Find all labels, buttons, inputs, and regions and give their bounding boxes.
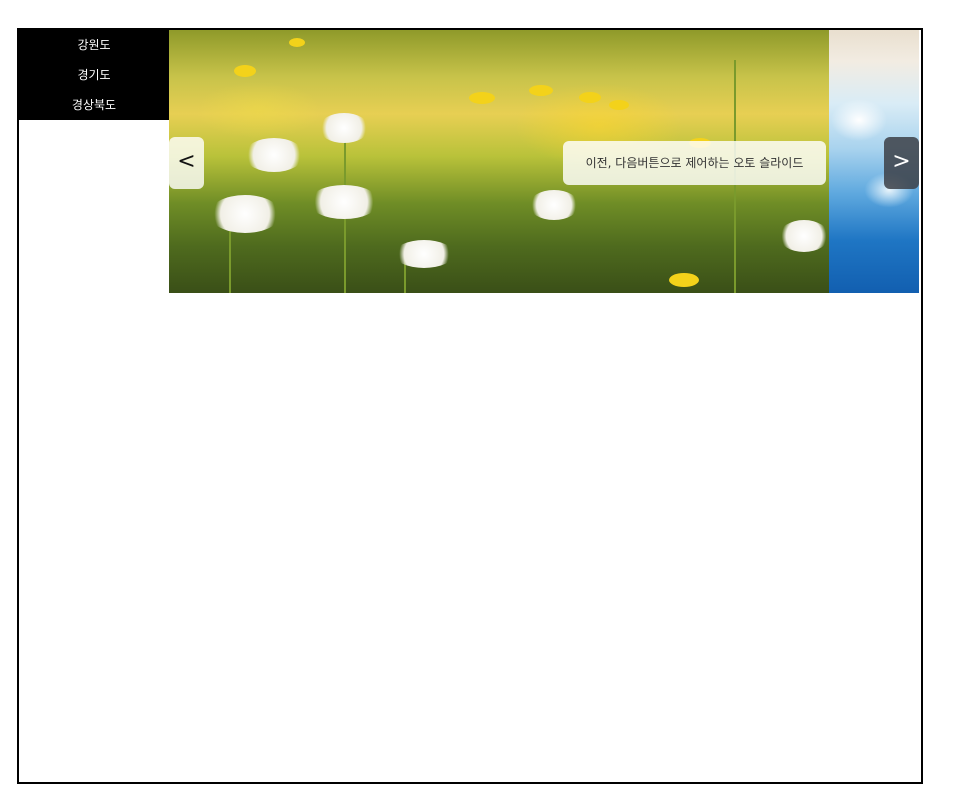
- image-slider: 이전, 다음버튼으로 제어하는 오토 슬라이드: [169, 30, 919, 293]
- yellow-flower-decoration: [234, 65, 256, 77]
- menu-item-gangwon[interactable]: 강원도: [19, 30, 169, 60]
- dandelion-decoration: [244, 138, 304, 172]
- page-frame: 강원도 경기도 경상북도 이전, 다음버튼으로 제어하는 오토 슬라이드 < >: [17, 28, 923, 784]
- prev-slide-button[interactable]: <: [169, 137, 204, 189]
- dandelion-decoration: [209, 195, 281, 233]
- yellow-flower-decoration: [609, 100, 629, 110]
- yellow-flower-decoration: [289, 38, 305, 47]
- dandelion-decoration: [319, 113, 369, 143]
- menu-item-gyeonggi[interactable]: 경기도: [19, 60, 169, 90]
- dandelion-decoration: [779, 220, 829, 252]
- region-menu: 강원도 경기도 경상북도: [19, 30, 169, 120]
- yellow-flower-decoration: [579, 92, 601, 103]
- yellow-flower-decoration: [469, 92, 495, 104]
- slide-caption: 이전, 다음버튼으로 제어하는 오토 슬라이드: [563, 141, 826, 185]
- dandelion-decoration: [394, 240, 454, 268]
- yellow-flower-decoration: [529, 85, 553, 96]
- dandelion-decoration: [529, 190, 579, 220]
- yellow-flower-decoration: [669, 273, 699, 287]
- dandelion-decoration: [309, 185, 379, 219]
- next-slide-button[interactable]: >: [884, 137, 919, 189]
- menu-item-gyeongbuk[interactable]: 경상북도: [19, 90, 169, 120]
